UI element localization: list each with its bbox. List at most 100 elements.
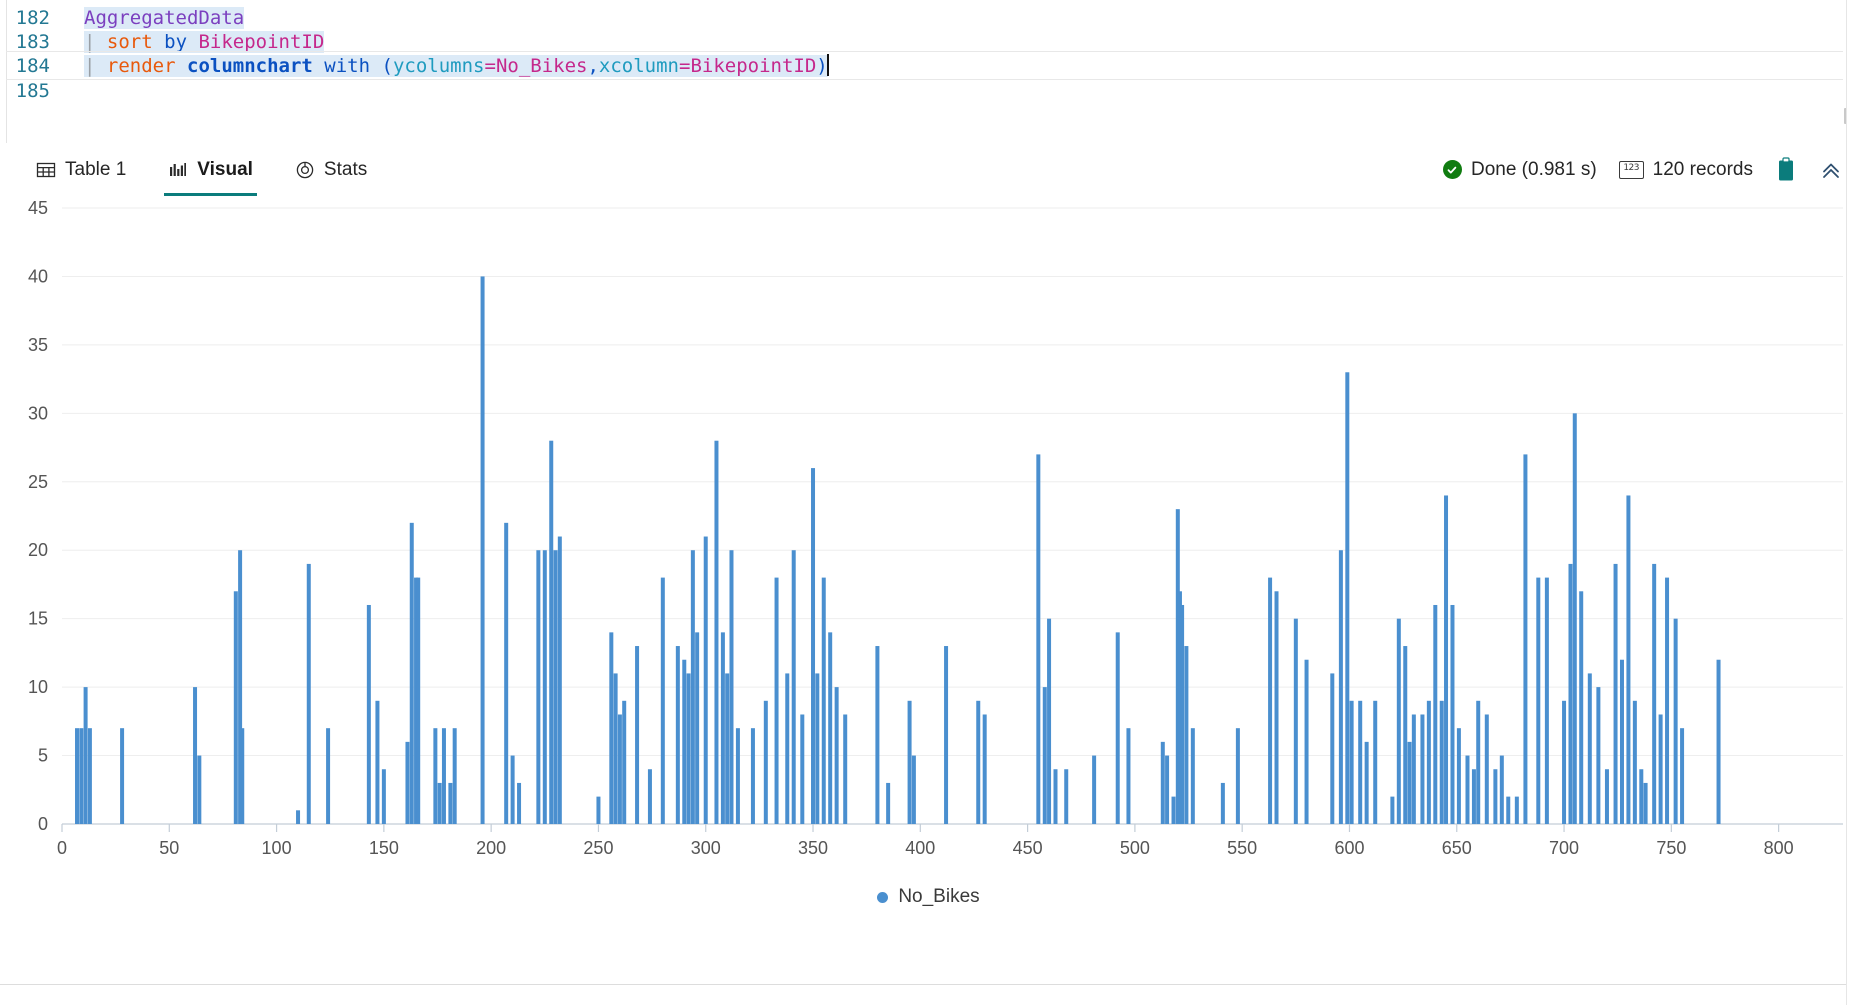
chart-column[interactable]: [1680, 728, 1685, 824]
chart-column[interactable]: [1572, 413, 1577, 824]
chart-column[interactable]: [437, 782, 442, 824]
chart-column[interactable]: [774, 577, 779, 824]
chart-column[interactable]: [75, 728, 80, 824]
chart-column[interactable]: [1476, 700, 1481, 824]
chart-column[interactable]: [1171, 796, 1176, 824]
chart-column[interactable]: [1544, 577, 1549, 824]
chart-column[interactable]: [381, 769, 386, 824]
code-line-185[interactable]: 185: [0, 76, 1857, 105]
chart-column[interactable]: [1092, 755, 1097, 824]
chart-column[interactable]: [1403, 646, 1408, 824]
chart-column[interactable]: [750, 728, 755, 824]
chart-column[interactable]: [1411, 714, 1416, 824]
chart-column[interactable]: [1568, 563, 1573, 824]
chart-column[interactable]: [596, 796, 601, 824]
chart-column[interactable]: [1514, 796, 1519, 824]
chart-column[interactable]: [1180, 604, 1185, 824]
chart-column[interactable]: [375, 700, 380, 824]
chart-column[interactable]: [120, 728, 125, 824]
chart-column[interactable]: [1184, 646, 1189, 824]
chart-column[interactable]: [452, 728, 457, 824]
chart-column[interactable]: [1047, 618, 1052, 824]
chart-column[interactable]: [1484, 714, 1489, 824]
chart-column[interactable]: [1190, 728, 1195, 824]
chart-column[interactable]: [480, 276, 485, 824]
chart-column[interactable]: [1613, 563, 1618, 824]
chart-column[interactable]: [1626, 495, 1631, 824]
chart-column[interactable]: [1652, 563, 1657, 824]
chart-column[interactable]: [1235, 728, 1240, 824]
chart-column[interactable]: [647, 769, 652, 824]
chart-column[interactable]: [1373, 700, 1378, 824]
chart-column[interactable]: [366, 604, 371, 824]
chart-column[interactable]: [557, 536, 562, 824]
chart-column[interactable]: [1619, 659, 1624, 824]
chart-column[interactable]: [1293, 618, 1298, 824]
chart-column[interactable]: [1338, 550, 1343, 824]
chart-column[interactable]: [1673, 618, 1678, 824]
chart-column[interactable]: [714, 440, 719, 824]
chart-column[interactable]: [1364, 741, 1369, 824]
chart-column[interactable]: [785, 673, 790, 824]
chart-column[interactable]: [1396, 618, 1401, 824]
chart-column[interactable]: [441, 728, 446, 824]
chart-column[interactable]: [409, 522, 414, 824]
chart-column[interactable]: [1115, 632, 1120, 824]
column-chart-visual[interactable]: 0 5 10 15 20 25 30 35 40 45 0 50 100 150 200 250 300 350 4…: [0, 196, 1857, 985]
chart-column[interactable]: [1643, 782, 1648, 824]
chart-column[interactable]: [982, 714, 987, 824]
chart-column[interactable]: [416, 577, 421, 824]
chart-column[interactable]: [1220, 782, 1225, 824]
chart-column[interactable]: [1053, 769, 1058, 824]
chart-column[interactable]: [1444, 495, 1449, 824]
chart-column[interactable]: [197, 755, 202, 824]
chart-column[interactable]: [1160, 741, 1165, 824]
tab-table-1[interactable]: Table 1: [32, 143, 130, 196]
chart-column[interactable]: [675, 646, 680, 824]
chart-column[interactable]: [622, 700, 627, 824]
chart-column[interactable]: [553, 550, 558, 824]
chart-column[interactable]: [536, 550, 541, 824]
chart-column[interactable]: [815, 673, 820, 824]
chart-column[interactable]: [720, 632, 725, 824]
chart-column[interactable]: [635, 646, 640, 824]
chart-column[interactable]: [1471, 769, 1476, 824]
chart-column[interactable]: [79, 728, 84, 824]
chart-column[interactable]: [517, 782, 522, 824]
chart-column[interactable]: [1506, 796, 1511, 824]
chart-column[interactable]: [763, 700, 768, 824]
chart-column[interactable]: [1433, 604, 1438, 824]
chart-column[interactable]: [1604, 769, 1609, 824]
chart-column[interactable]: [907, 700, 912, 824]
clipboard-icon[interactable]: [1775, 156, 1797, 183]
chart-column[interactable]: [1268, 577, 1273, 824]
chart-column[interactable]: [405, 741, 410, 824]
chart-column[interactable]: [944, 646, 949, 824]
chart-column[interactable]: [1126, 728, 1131, 824]
chart-column[interactable]: [1579, 591, 1584, 824]
chart-column[interactable]: [1456, 728, 1461, 824]
chart-column[interactable]: [1658, 714, 1663, 824]
chart-column[interactable]: [1450, 604, 1455, 824]
chart-column[interactable]: [1349, 700, 1354, 824]
chart-column[interactable]: [729, 550, 734, 824]
chart-column[interactable]: [326, 728, 331, 824]
chart-column[interactable]: [617, 714, 622, 824]
legend-item-no-bikes[interactable]: No_Bikes: [877, 886, 980, 908]
chart-column[interactable]: [1420, 714, 1425, 824]
chart-column[interactable]: [1639, 769, 1644, 824]
double-chevron-up-icon[interactable]: [1819, 158, 1843, 182]
chart-column[interactable]: [87, 728, 92, 824]
chart-column[interactable]: [542, 550, 547, 824]
chart-column[interactable]: [233, 591, 238, 824]
chart-column[interactable]: [1465, 755, 1470, 824]
chart-column[interactable]: [193, 687, 198, 824]
chart-column[interactable]: [1499, 755, 1504, 824]
chart-column[interactable]: [1407, 741, 1412, 824]
chart-column[interactable]: [1064, 769, 1069, 824]
chart-column[interactable]: [911, 755, 916, 824]
chart-column[interactable]: [504, 522, 509, 824]
chart-column[interactable]: [695, 632, 700, 824]
chart-column[interactable]: [843, 714, 848, 824]
chart-column[interactable]: [875, 646, 880, 824]
